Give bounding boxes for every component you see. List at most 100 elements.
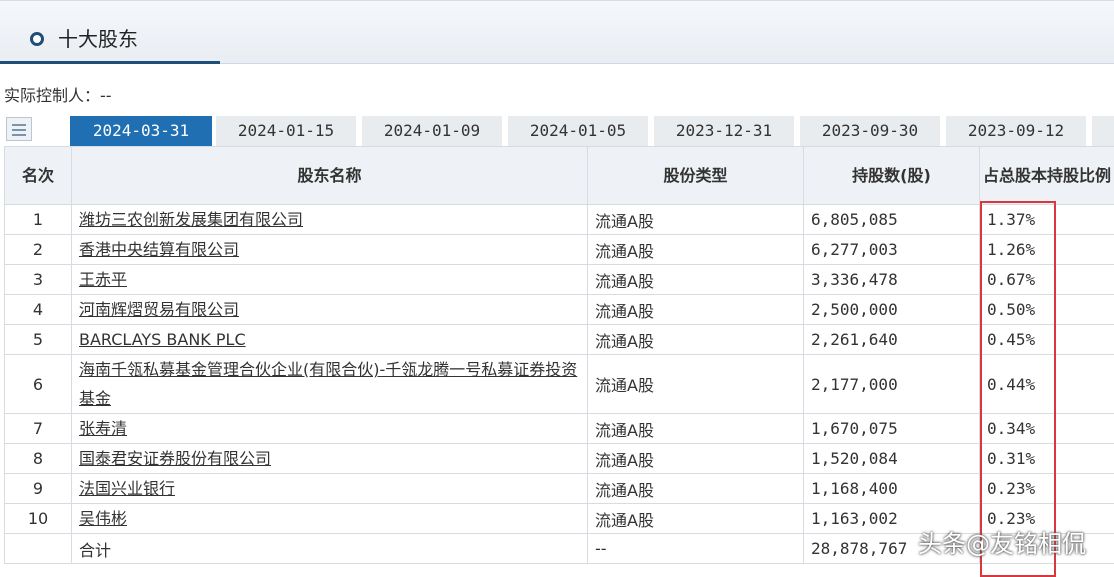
shareholder-link[interactable]: 王赤平 (79, 270, 127, 289)
table-row: 7 张寿清 流通A股 1,670,075 0.34% (4, 413, 1114, 444)
cell-name: 吴伟彬 (71, 503, 588, 534)
header-shares: 持股数(股) (803, 146, 980, 205)
cell-ratio: 0.45% (979, 324, 1114, 355)
section-title: 十大股东 (58, 27, 138, 51)
cell-shares: 1,163,002 (803, 503, 980, 534)
cell-total-label: 合计 (71, 533, 588, 564)
cell-name: 张寿清 (71, 413, 588, 444)
tab-more[interactable] (1092, 116, 1114, 146)
header-name: 股东名称 (71, 146, 588, 205)
header-type: 股份类型 (587, 146, 804, 205)
cell-ratio (979, 533, 1114, 564)
cell-rank: 4 (4, 294, 72, 325)
cell-type: 流通A股 (587, 294, 804, 325)
shareholder-link[interactable]: 海南千瓴私募基金管理合伙企业(有限合伙)-千瓴龙腾一号私募证券投资基金 (79, 360, 577, 408)
table-total-row: 合计 -- 28,878,767 (4, 533, 1114, 564)
table-row: 8 国泰君安证券股份有限公司 流通A股 1,520,084 0.31% (4, 443, 1114, 474)
shareholder-link[interactable]: 国泰君安证券股份有限公司 (79, 449, 271, 468)
cell-ratio: 0.23% (979, 473, 1114, 504)
shareholders-page: 十大股东 实际控制人：-- 2024-03-31 2024-01-15 2024… (0, 0, 1114, 577)
cell-shares: 2,500,000 (803, 294, 980, 325)
shareholder-link[interactable]: 香港中央结算有限公司 (79, 240, 239, 259)
table-row: 4 河南辉熠贸易有限公司 流通A股 2,500,000 0.50% (4, 294, 1114, 325)
cell-rank: 7 (4, 413, 72, 444)
cell-type: -- (587, 533, 804, 564)
cell-name: 法国兴业银行 (71, 473, 588, 504)
cell-shares: 1,670,075 (803, 413, 980, 444)
cell-shares: 1,520,084 (803, 443, 980, 474)
cell-type: 流通A股 (587, 204, 804, 235)
tab-period[interactable]: 2023-09-30 (800, 116, 940, 146)
cell-rank: 9 (4, 473, 72, 504)
cell-shares: 1,168,400 (803, 473, 980, 504)
cell-shares: 6,805,085 (803, 204, 980, 235)
section-divider (220, 63, 1114, 64)
cell-rank: 3 (4, 264, 72, 295)
tab-period[interactable]: 2024-01-09 (362, 116, 502, 146)
table-header-row: 名次 股东名称 股份类型 持股数(股) 占总股本持股比例 (4, 146, 1114, 205)
cell-name: 国泰君安证券股份有限公司 (71, 443, 588, 474)
cell-ratio: 0.31% (979, 443, 1114, 474)
top-ten-shareholders-table: 名次 股东名称 股份类型 持股数(股) 占总股本持股比例 1 潍坊三农创新发展集… (4, 146, 1114, 564)
cell-rank: 10 (4, 503, 72, 534)
cell-shares: 2,261,640 (803, 324, 980, 355)
cell-rank: 5 (4, 324, 72, 355)
cell-rank: 1 (4, 204, 72, 235)
cell-shares: 2,177,000 (803, 354, 980, 414)
table-row: 3 王赤平 流通A股 3,336,478 0.67% (4, 264, 1114, 295)
tab-period[interactable]: 2023-09-12 (946, 116, 1086, 146)
cell-type: 流通A股 (587, 443, 804, 474)
cell-ratio: 1.37% (979, 204, 1114, 235)
cell-type: 流通A股 (587, 234, 804, 265)
tab-period[interactable]: 2023-12-31 (654, 116, 794, 146)
tab-period[interactable]: 2024-01-15 (216, 116, 356, 146)
tab-period[interactable]: 2024-01-05 (508, 116, 648, 146)
cell-type: 流通A股 (587, 503, 804, 534)
table-row: 2 香港中央结算有限公司 流通A股 6,277,003 1.26% (4, 234, 1114, 265)
header-rank: 名次 (4, 146, 72, 205)
shareholder-link[interactable]: 法国兴业银行 (79, 479, 175, 498)
cell-name: BARCLAYS BANK PLC (71, 324, 588, 355)
shareholder-link[interactable]: 河南辉熠贸易有限公司 (79, 300, 239, 319)
table-row: 9 法国兴业银行 流通A股 1,168,400 0.23% (4, 473, 1114, 504)
cell-type: 流通A股 (587, 324, 804, 355)
list-view-icon[interactable] (6, 117, 32, 141)
section-header: 十大股东 (0, 0, 1114, 64)
cell-name: 王赤平 (71, 264, 588, 295)
cell-shares: 28,878,767 (803, 533, 980, 564)
cell-ratio: 0.23% (979, 503, 1114, 534)
shareholder-link[interactable]: 张寿清 (79, 419, 127, 438)
shareholder-link[interactable]: 吴伟彬 (79, 509, 127, 528)
cell-rank: 6 (4, 354, 72, 414)
actual-controller: 实际控制人：-- (4, 86, 112, 105)
shareholder-link[interactable]: BARCLAYS BANK PLC (79, 330, 246, 349)
cell-ratio: 1.26% (979, 234, 1114, 265)
cell-ratio: 0.67% (979, 264, 1114, 295)
cell-name: 河南辉熠贸易有限公司 (71, 294, 588, 325)
cell-name: 海南千瓴私募基金管理合伙企业(有限合伙)-千瓴龙腾一号私募证券投资基金 (71, 354, 588, 414)
cell-ratio: 0.50% (979, 294, 1114, 325)
cell-type: 流通A股 (587, 264, 804, 295)
section-bullet-icon (30, 32, 44, 46)
shareholder-link[interactable]: 潍坊三农创新发展集团有限公司 (79, 210, 303, 229)
cell-ratio: 0.34% (979, 413, 1114, 444)
cell-name: 潍坊三农创新发展集团有限公司 (71, 204, 588, 235)
section-underline (0, 61, 220, 64)
table-row: 10 吴伟彬 流通A股 1,163,002 0.23% (4, 503, 1114, 534)
cell-type: 流通A股 (587, 354, 804, 414)
cell-type: 流通A股 (587, 473, 804, 504)
table-row: 6 海南千瓴私募基金管理合伙企业(有限合伙)-千瓴龙腾一号私募证券投资基金 流通… (4, 354, 1114, 414)
cell-rank-empty (4, 533, 72, 564)
tab-period[interactable]: 2024-03-31 (70, 116, 212, 146)
table-row: 1 潍坊三农创新发展集团有限公司 流通A股 6,805,085 1.37% (4, 204, 1114, 235)
cell-shares: 3,336,478 (803, 264, 980, 295)
cell-rank: 2 (4, 234, 72, 265)
header-ratio: 占总股本持股比例 (979, 146, 1114, 205)
cell-rank: 8 (4, 443, 72, 474)
cell-shares: 6,277,003 (803, 234, 980, 265)
cell-name: 香港中央结算有限公司 (71, 234, 588, 265)
cell-type: 流通A股 (587, 413, 804, 444)
cell-ratio: 0.44% (979, 354, 1114, 414)
period-tab-bar: 2024-03-31 2024-01-15 2024-01-09 2024-01… (0, 114, 1114, 146)
table-row: 5 BARCLAYS BANK PLC 流通A股 2,261,640 0.45% (4, 324, 1114, 355)
